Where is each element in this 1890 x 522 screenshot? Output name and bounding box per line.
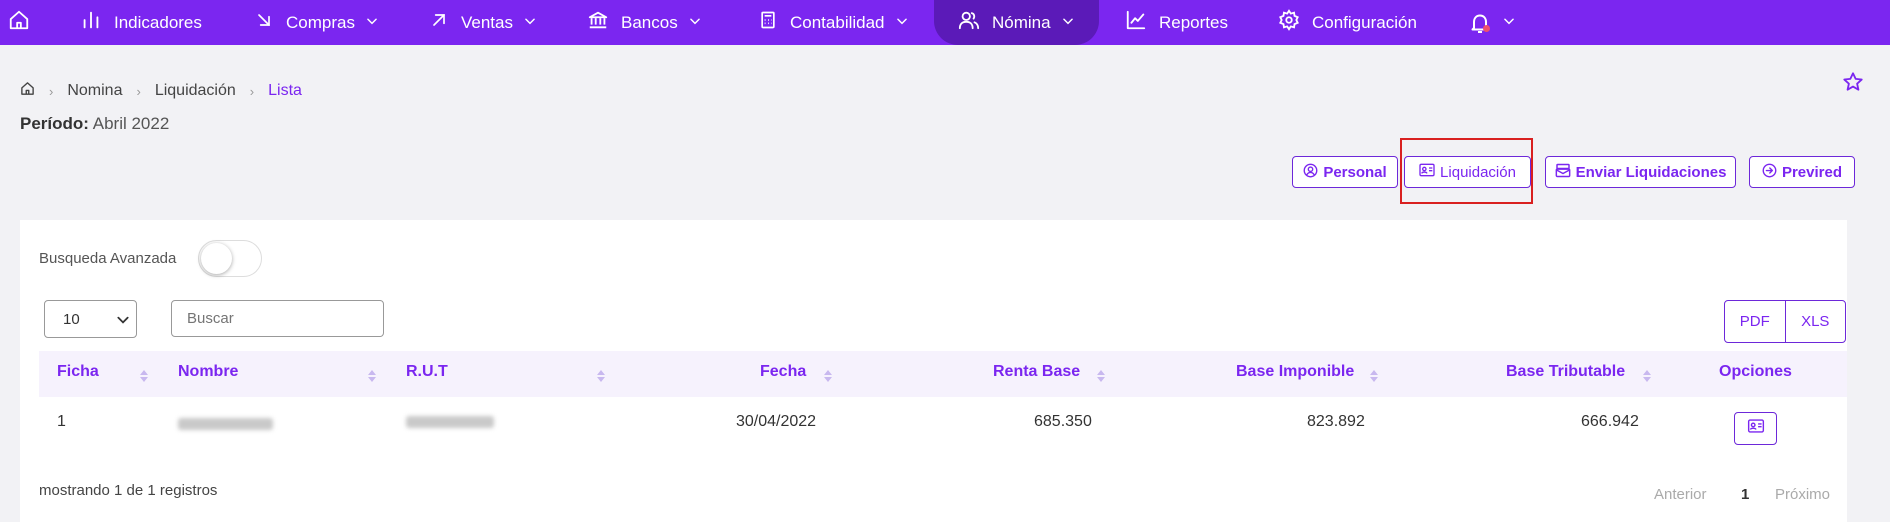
bank-icon bbox=[587, 9, 609, 36]
sort-icon[interactable] bbox=[1643, 370, 1651, 382]
highlight-box bbox=[1400, 138, 1533, 204]
notification-dot bbox=[1483, 24, 1490, 32]
column-header-base-tributable[interactable]: Base Tributable bbox=[1506, 363, 1625, 381]
column-header-rut[interactable]: R.U.T bbox=[406, 363, 448, 381]
home-icon[interactable] bbox=[20, 81, 35, 101]
chevron-down-icon bbox=[523, 13, 537, 33]
column-header-renta-base[interactable]: Renta Base bbox=[993, 363, 1080, 381]
personal-label: Personal bbox=[1323, 163, 1387, 181]
records-info: mostrando 1 de 1 registros bbox=[39, 482, 218, 499]
nav-item-indicadores[interactable]: Indicadores bbox=[80, 0, 202, 45]
nav-label: Bancos bbox=[621, 12, 678, 32]
home-nav-button[interactable] bbox=[8, 0, 30, 45]
pagination-next[interactable]: Próximo bbox=[1775, 486, 1830, 503]
pagination-prev[interactable]: Anterior bbox=[1654, 486, 1707, 503]
calculator-icon bbox=[758, 10, 778, 35]
home-icon bbox=[8, 9, 30, 36]
nav-label: Ventas bbox=[461, 12, 513, 32]
users-icon bbox=[958, 9, 980, 36]
personal-button[interactable]: Personal bbox=[1292, 156, 1398, 188]
pagination-page-1[interactable]: 1 bbox=[1741, 486, 1749, 503]
view-liquidacion-button[interactable] bbox=[1734, 412, 1777, 445]
sort-icon[interactable] bbox=[1097, 370, 1105, 382]
nav-label: Compras bbox=[286, 12, 355, 32]
page-size-value: 10 bbox=[63, 310, 80, 328]
breadcrumb-lista: Lista bbox=[268, 82, 302, 99]
chevron-down-icon bbox=[688, 13, 702, 33]
breadcrumb-nomina[interactable]: Nomina bbox=[67, 82, 122, 100]
nav-item-nomina[interactable]: Nómina bbox=[958, 0, 1075, 45]
breadcrumb-liquidacion[interactable]: Liquidación bbox=[155, 82, 236, 100]
nav-item-bancos[interactable]: Bancos bbox=[587, 0, 702, 45]
export-button-group: PDF XLS bbox=[1724, 300, 1846, 343]
sort-icon[interactable] bbox=[1370, 370, 1378, 382]
chevron-down-icon bbox=[365, 13, 379, 33]
nav-item-reportes[interactable]: Reportes bbox=[1125, 0, 1228, 45]
previred-button[interactable]: Previred bbox=[1749, 156, 1855, 188]
sort-icon[interactable] bbox=[824, 370, 832, 382]
sort-icon[interactable] bbox=[140, 370, 148, 382]
cell-fecha: 30/04/2022 bbox=[736, 413, 817, 430]
advanced-search-label: Busqueda Avanzada bbox=[39, 250, 177, 267]
column-header-fecha[interactable]: Fecha bbox=[760, 363, 806, 381]
chevron-down-icon bbox=[1061, 13, 1075, 33]
bell-icon bbox=[1468, 11, 1492, 35]
breadcrumb-separator: › bbox=[136, 83, 141, 99]
nav-label: Reportes bbox=[1159, 12, 1228, 32]
column-header-opciones: Opciones bbox=[1719, 363, 1792, 380]
line-chart-icon bbox=[1125, 9, 1147, 36]
export-xls-button[interactable]: XLS bbox=[1784, 301, 1846, 342]
user-circle-icon bbox=[1303, 163, 1323, 182]
redacted-rut bbox=[406, 416, 494, 428]
nav-label: Configuración bbox=[1312, 12, 1417, 32]
chevron-down-icon bbox=[895, 13, 909, 33]
export-pdf-button[interactable]: PDF bbox=[1725, 301, 1785, 342]
column-header-base-imponible[interactable]: Base Imponible bbox=[1236, 363, 1354, 381]
nav-label: Nómina bbox=[992, 12, 1051, 32]
breadcrumb: › Nomina › Liquidación › Lista bbox=[20, 80, 302, 102]
cell-ficha: 1 bbox=[57, 413, 66, 430]
enviar-liquidaciones-button[interactable]: Enviar Liquidaciones bbox=[1545, 156, 1736, 188]
arrow-up-right-icon bbox=[429, 10, 449, 35]
breadcrumb-separator: › bbox=[49, 83, 54, 99]
chevron-down-icon bbox=[117, 316, 129, 324]
arrow-circle-right-icon bbox=[1762, 163, 1782, 182]
nav-label: Indicadores bbox=[114, 12, 202, 32]
column-header-ficha[interactable]: Ficha bbox=[57, 363, 99, 381]
toggle-knob bbox=[201, 243, 232, 274]
notifications-button[interactable] bbox=[1468, 0, 1516, 45]
nav-item-ventas[interactable]: Ventas bbox=[429, 0, 537, 45]
id-card-icon bbox=[1747, 419, 1765, 438]
column-header-nombre[interactable]: Nombre bbox=[178, 363, 238, 381]
top-navbar: Indicadores Compras Ventas Bancos Contab… bbox=[0, 0, 1890, 45]
nav-item-configuracion[interactable]: Configuración bbox=[1278, 0, 1417, 45]
sort-icon[interactable] bbox=[597, 370, 605, 382]
chevron-down-icon bbox=[1502, 13, 1516, 33]
previred-label: Previred bbox=[1781, 163, 1843, 181]
advanced-search-toggle[interactable] bbox=[198, 240, 262, 277]
enviar-label: Enviar Liquidaciones bbox=[1575, 163, 1727, 181]
mail-bulk-icon bbox=[1555, 163, 1576, 182]
redacted-nombre bbox=[178, 418, 273, 430]
period-value: Abril 2022 bbox=[92, 114, 170, 133]
nav-item-compras[interactable]: Compras bbox=[254, 0, 379, 45]
favorite-star-icon[interactable] bbox=[1842, 71, 1864, 98]
search-input[interactable] bbox=[171, 300, 384, 337]
nav-label: Contabilidad bbox=[790, 12, 885, 32]
chart-bars-icon bbox=[80, 9, 102, 36]
sort-icon[interactable] bbox=[368, 370, 376, 382]
breadcrumb-separator: › bbox=[249, 83, 255, 99]
period-info: Período: Abril 2022 bbox=[20, 114, 169, 134]
gear-icon bbox=[1278, 9, 1300, 36]
arrow-down-right-icon bbox=[254, 10, 274, 35]
page-size-select[interactable]: 10 bbox=[44, 300, 137, 338]
cell-base-imponible: 823.892 bbox=[1307, 413, 1365, 430]
period-label: Período: bbox=[20, 114, 89, 133]
cell-base-tributable: 666.942 bbox=[1581, 413, 1639, 430]
nav-item-contabilidad[interactable]: Contabilidad bbox=[758, 0, 909, 45]
cell-renta-base: 685.350 bbox=[1034, 413, 1092, 430]
